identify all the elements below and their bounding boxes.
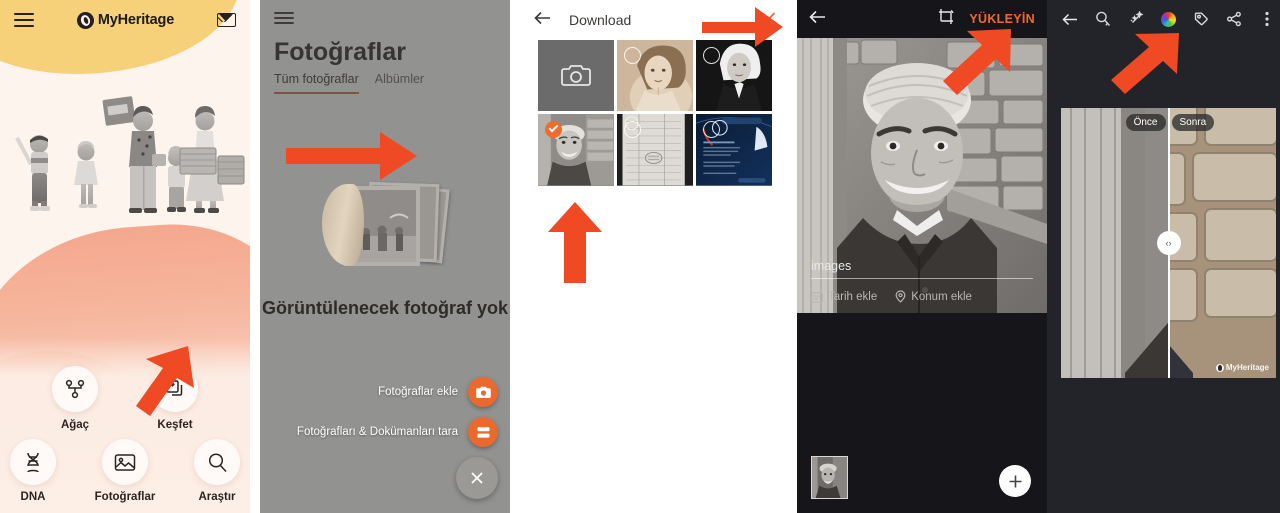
back-arrow-icon[interactable] (809, 10, 826, 29)
nav-item-fotograflar[interactable]: Fotoğraflar (92, 439, 158, 503)
picker-title: Download (569, 12, 632, 28)
grid-cell-ad[interactable] (696, 114, 772, 186)
nav-label: DNA (20, 491, 46, 503)
thumbnail-bar (797, 427, 1047, 513)
upload-button[interactable]: YÜKLEYİN (969, 12, 1035, 26)
grid-cell-photo[interactable] (696, 40, 772, 112)
editor-toolbar (1047, 0, 1280, 38)
screenshot-strip: MyHeritage Ağaç Keşfet DNA Fotoğraflar A… (0, 0, 1280, 513)
fab-item-add-photos[interactable]: Fotoğraflar ekle (297, 377, 498, 407)
photo-meta-overlay: images Tarih ekle Konum ekle (797, 247, 1047, 313)
zoom-icon[interactable] (1090, 6, 1116, 32)
app-header: MyHeritage (0, 0, 250, 40)
annotation-arrow-colorize (1105, 30, 1185, 96)
brand-name: MyHeritage (97, 12, 175, 28)
discover-cards-icon (152, 366, 198, 412)
meta-actions: Tarih ekle Konum ekle (811, 290, 1033, 303)
empty-state-text: Görüntülenecek fotoğraf yok (261, 298, 509, 318)
check-icon[interactable] (759, 11, 776, 30)
watermark-text: MyHeritage (1225, 363, 1269, 372)
myheritage-logo-icon (76, 11, 94, 29)
home-quick-nav: Ağaç Keşfet DNA Fotoğraflar Araştır (0, 366, 250, 503)
back-arrow-icon[interactable] (534, 11, 551, 30)
fab-label: Fotoğraflar ekle (378, 386, 458, 398)
nav-label: Fotoğraflar (94, 491, 156, 503)
color-wheel-swatch (1160, 11, 1176, 27)
nav-label: Keşfet (157, 419, 193, 431)
back-arrow-icon[interactable] (1057, 6, 1083, 32)
before-label: Önce (1125, 114, 1166, 131)
scanner-icon[interactable] (468, 417, 498, 447)
photo-icon (102, 439, 148, 485)
camera-icon[interactable] (468, 377, 498, 407)
meta-label: Tarih ekle (828, 290, 878, 303)
nav-row-secondary: DNA Fotoğraflar Araştır (0, 439, 250, 503)
grid-cell-camera[interactable] (538, 40, 614, 112)
more-vertical-icon[interactable] (1254, 6, 1280, 32)
field-underline (811, 278, 1033, 279)
nav-label: Ağaç (60, 419, 90, 431)
plus-icon[interactable] (999, 465, 1031, 497)
selection-circle[interactable] (624, 47, 641, 64)
panel-colorize-compare: Önce Sonra ‹› MyHeritage (1047, 0, 1280, 513)
color-wheel-icon[interactable] (1155, 6, 1181, 32)
photo-curl-decor (322, 184, 364, 266)
add-location-button[interactable]: Konum ekle (895, 290, 972, 303)
envelope-icon[interactable] (217, 13, 236, 27)
nav-item-dna[interactable]: DNA (0, 439, 66, 503)
myheritage-watermark: MyHeritage (1215, 363, 1269, 372)
fab-label: Fotoğrafları & Dokümanları tara (296, 426, 458, 438)
magic-wand-icon[interactable] (1123, 6, 1149, 32)
grid-cell-photo[interactable] (617, 40, 693, 112)
selection-circle[interactable] (703, 47, 720, 64)
tag-icon[interactable] (1188, 6, 1214, 32)
fab-speed-dial: Fotoğraflar ekle Fotoğrafları & Dokümanl… (297, 377, 498, 499)
picker-toolbar: Download (520, 0, 790, 40)
nav-label: Araştır (198, 491, 236, 503)
upload-toolbar: YÜKLEYİN (797, 0, 1047, 38)
grid-cell-photo-selected[interactable] (538, 114, 614, 186)
fab-item-scan[interactable]: Fotoğrafları & Dokümanları tara (297, 417, 498, 447)
panel-myheritage-home: MyHeritage Ağaç Keşfet DNA Fotoğraflar A… (0, 0, 250, 513)
search-icon (194, 439, 240, 485)
empty-state: Görüntülenecek fotoğraf yok (260, 180, 510, 319)
nav-row-primary: Ağaç Keşfet (0, 366, 250, 431)
grid-cell-document[interactable] (617, 114, 693, 186)
nav-item-arastir[interactable]: Araştır (184, 439, 250, 503)
panel-upload-detail: YÜKLEYİN images Tarih ekle Konum ekle (797, 0, 1047, 513)
meta-label: Konum ekle (911, 290, 972, 303)
comparison-slider-handle[interactable]: ‹› (1156, 231, 1181, 255)
hamburger-icon[interactable] (14, 13, 34, 27)
share-icon[interactable] (1221, 6, 1247, 32)
nav-item-kesfet[interactable]: Keşfet (141, 366, 209, 431)
before-image-half (1061, 108, 1169, 378)
close-icon[interactable] (456, 457, 498, 499)
filename-field[interactable]: images (811, 259, 1033, 278)
photo-thumbnail[interactable] (811, 456, 848, 499)
photo-grid (520, 40, 790, 186)
crop-rotate-icon[interactable] (938, 8, 955, 30)
panel-photos-empty: Fotoğraflar Tüm fotoğraflar Albümler (260, 0, 510, 513)
add-date-button[interactable]: Tarih ekle (811, 291, 877, 303)
panel-download-picker: Download (520, 0, 790, 513)
after-image-half (1168, 108, 1276, 378)
vintage-family-illustration (15, 96, 245, 213)
dna-helix-icon (10, 439, 56, 485)
photo-preview: images Tarih ekle Konum ekle (797, 38, 1047, 313)
brand-logo: MyHeritage (34, 11, 217, 29)
photo-stack-illustration (320, 180, 450, 272)
nav-item-agac[interactable]: Ağaç (41, 366, 109, 431)
annotation-arrow-selected-photo (544, 200, 606, 285)
myheritage-logo-icon (1215, 363, 1224, 372)
before-after-comparison[interactable]: Önce Sonra ‹› MyHeritage (1061, 108, 1276, 378)
family-tree-icon (52, 366, 98, 412)
after-label: Sonra (1171, 114, 1215, 131)
